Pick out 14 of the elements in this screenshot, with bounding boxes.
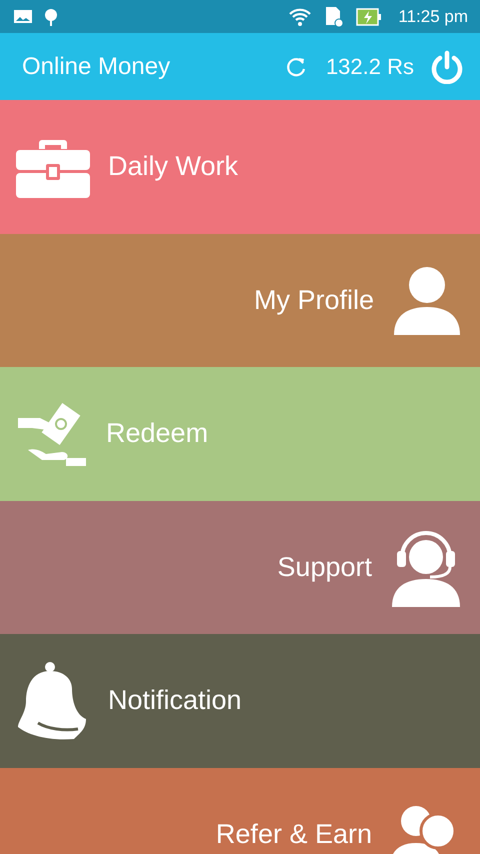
balance-amount: 132.2 Rs — [326, 54, 414, 80]
menu-tile[interactable]: Notification — [0, 634, 480, 768]
menu-tile[interactable]: Support — [0, 500, 480, 634]
battery-charging-icon — [356, 8, 382, 26]
image-icon — [14, 10, 32, 23]
menu-tile[interactable]: Daily Work — [0, 100, 480, 234]
menu-tile[interactable]: My Profile — [0, 234, 480, 367]
power-button[interactable] — [430, 50, 464, 84]
app-title: Online Money — [22, 52, 170, 80]
wifi-icon — [288, 6, 312, 26]
person-icon — [392, 265, 462, 336]
status-time: 11:25 pm — [398, 6, 468, 26]
sd-card-icon — [324, 6, 344, 28]
menu-tile[interactable]: Redeem — [0, 367, 480, 500]
